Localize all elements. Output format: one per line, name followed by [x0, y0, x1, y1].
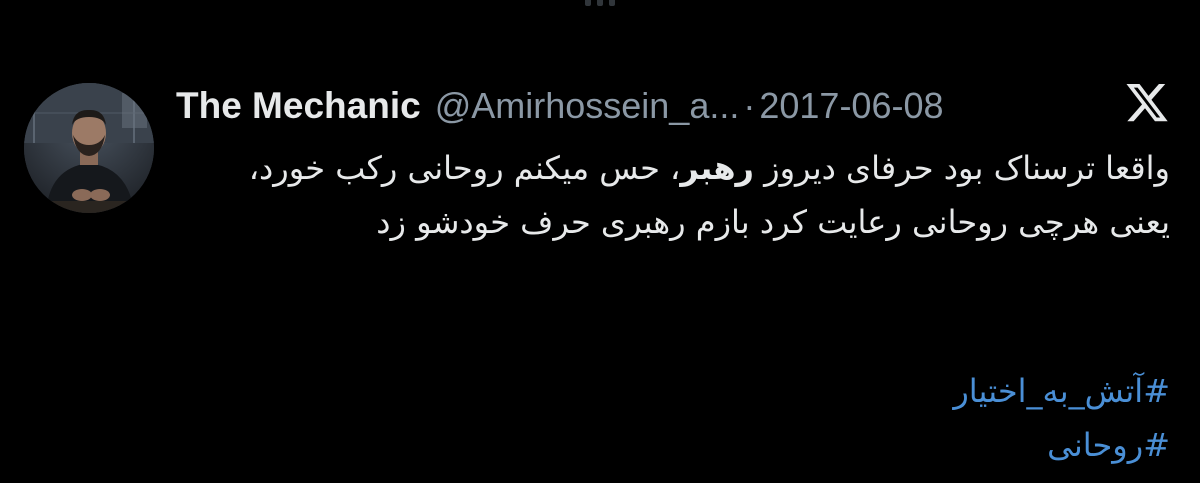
tweet-date[interactable]: 2017-06-08 [759, 85, 943, 127]
tweet-text-part1: واقعا ترسناک بود حرفای دیروز [753, 149, 1170, 187]
avatar-photo [24, 83, 154, 213]
hashtag-list: #آتش_به_اختیار #روحانی [190, 364, 1170, 472]
display-name[interactable]: The Mechanic [176, 85, 421, 127]
top-scroll-indicator [576, 0, 624, 8]
avatar[interactable] [24, 83, 154, 213]
hashtag-link[interactable]: #آتش_به_اختیار [190, 364, 1170, 418]
tweet-header: The Mechanic @Amirhossein_a... · 2017-06… [176, 80, 944, 132]
x-logo-icon[interactable] [1124, 84, 1170, 126]
user-handle[interactable]: @Amirhossein_a... [435, 85, 740, 127]
tweet-text-bold: رهبر [680, 149, 754, 187]
x-logo-svg [1126, 84, 1168, 122]
hashtag-link[interactable]: #روحانی [190, 418, 1170, 472]
header-separator: · [743, 85, 756, 126]
tweet-text: واقعا ترسناک بود حرفای دیروز رهبر، حس می… [190, 141, 1170, 249]
